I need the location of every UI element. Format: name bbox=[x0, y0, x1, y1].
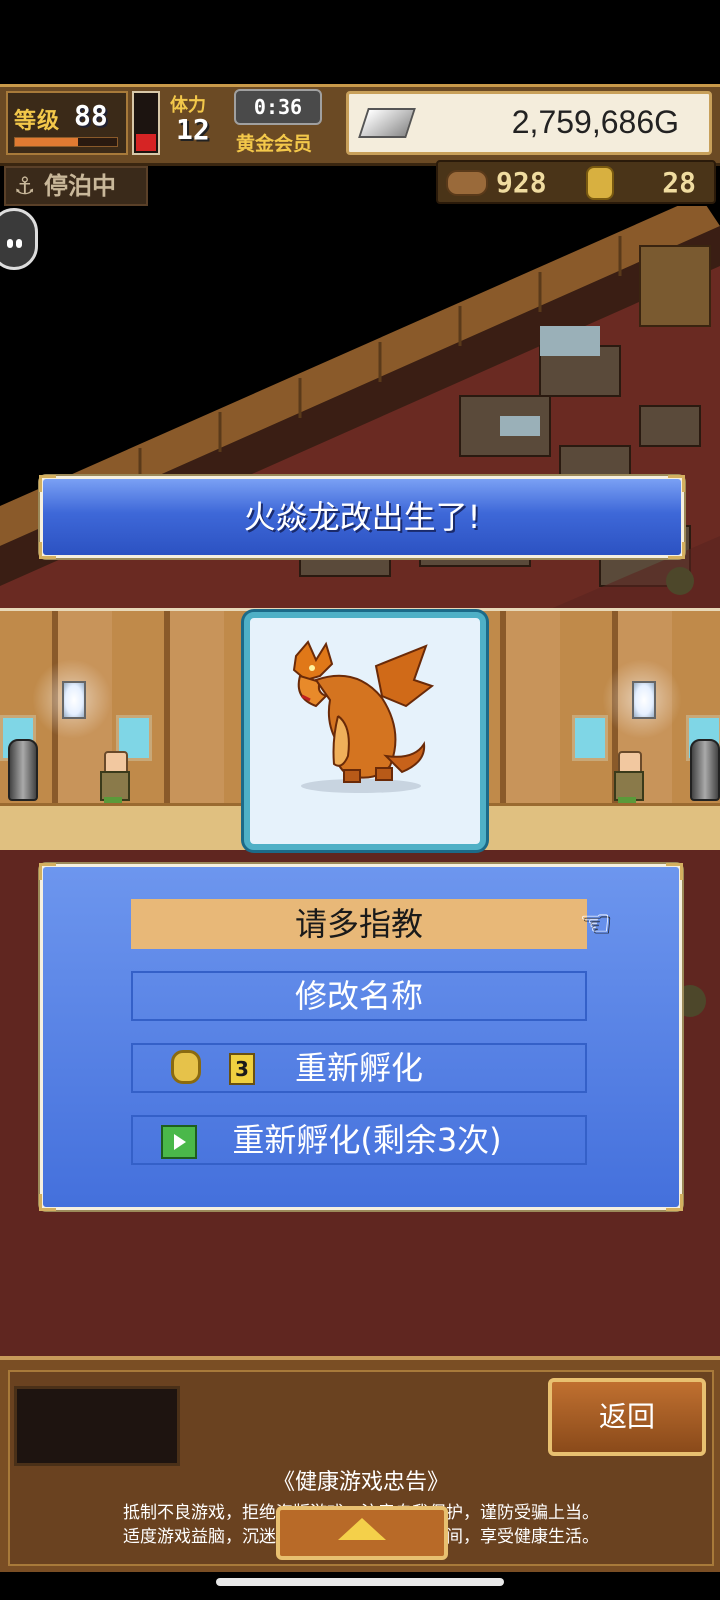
fire-dragon-sprite bbox=[292, 640, 435, 793]
porthole-window bbox=[572, 715, 608, 761]
stamina-gauge-fill bbox=[136, 134, 156, 151]
choice-menu: 请多指教 ☜ 修改名称 3 重新孵化 重新孵化(剩余3次) bbox=[39, 863, 683, 1211]
monster-portrait-card bbox=[244, 612, 486, 850]
tank-icon bbox=[8, 739, 38, 801]
docked-label: 停泊中 bbox=[44, 172, 116, 200]
stamina-value: 12 bbox=[176, 113, 210, 146]
status-hud: 等级 88 体力 12 0:36 黄金会员 2,759,686G bbox=[0, 84, 720, 166]
info-slot bbox=[14, 1386, 180, 1466]
gold-amount: 2,759,686G bbox=[511, 104, 679, 140]
xp-bar-fill bbox=[15, 138, 79, 146]
option-label: 重新孵化 bbox=[294, 1049, 423, 1087]
wall-lamp-icon bbox=[62, 681, 86, 719]
stamina-gauge bbox=[132, 91, 160, 155]
tank-icon bbox=[690, 739, 720, 801]
crew-member-sprite bbox=[96, 751, 130, 809]
up-arrow-icon bbox=[338, 1518, 386, 1540]
option-label: 请多指教 bbox=[294, 905, 423, 943]
medals-count: 28 bbox=[662, 166, 696, 199]
silver-ingot-icon bbox=[358, 108, 416, 138]
logs-count: 928 bbox=[496, 166, 547, 199]
medal-icon bbox=[586, 166, 614, 200]
level-panel: 等级 88 bbox=[6, 91, 128, 155]
option-rehatch-video[interactable]: 重新孵化(剩余3次) bbox=[131, 1115, 587, 1165]
option-label: 重新孵化(剩余3次) bbox=[232, 1121, 502, 1159]
banner-title: 火焱龙改出生了! bbox=[243, 498, 481, 536]
xp-bar bbox=[14, 137, 118, 147]
chat-icon bbox=[7, 233, 25, 248]
option-pleased-to-meet-you[interactable]: 请多指教 bbox=[131, 899, 587, 949]
stamina-timer: 0:36 bbox=[234, 89, 322, 125]
gold-panel[interactable]: 2,759,686G bbox=[346, 91, 712, 155]
expand-menu-button[interactable] bbox=[276, 1506, 448, 1560]
option-label: 修改名称 bbox=[294, 977, 423, 1015]
option-rehatch-coin[interactable]: 3 重新孵化 bbox=[131, 1043, 587, 1093]
crew-member-sprite bbox=[610, 751, 644, 809]
wall-lamp-icon bbox=[632, 681, 656, 719]
docked-status-badge: ⚓ 停泊中 bbox=[4, 166, 148, 206]
log-icon bbox=[446, 170, 488, 196]
anchor-icon: ⚓ bbox=[14, 172, 36, 200]
chat-bubble-button[interactable] bbox=[0, 208, 38, 270]
video-play-icon bbox=[161, 1125, 197, 1159]
level-value: 88 bbox=[74, 99, 108, 132]
resource-bar: 928 28 bbox=[436, 160, 716, 204]
option-rename[interactable]: 修改名称 bbox=[131, 971, 587, 1021]
membership-badge[interactable]: 黄金会员 bbox=[236, 129, 312, 156]
home-indicator[interactable] bbox=[216, 1578, 504, 1586]
back-button[interactable]: 返回 bbox=[548, 1378, 706, 1456]
pointing-hand-icon: ☜ bbox=[579, 903, 612, 944]
health-advisory-title: 《健康游戏忠告》 bbox=[272, 1470, 449, 1495]
level-label: 等级 bbox=[14, 109, 61, 134]
birth-announcement-banner: 火焱龙改出生了! bbox=[39, 475, 685, 559]
